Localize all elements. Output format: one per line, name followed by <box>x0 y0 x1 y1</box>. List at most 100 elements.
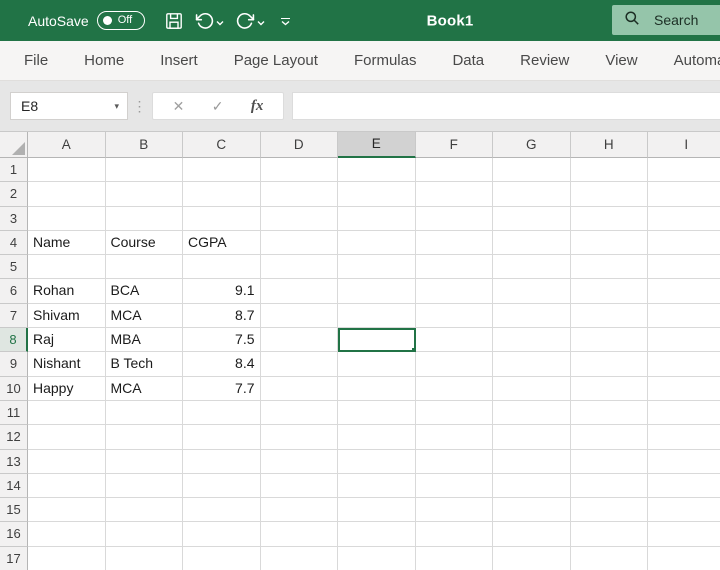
cell-E4[interactable] <box>338 230 416 256</box>
cell-D16[interactable] <box>260 522 338 547</box>
cell-B8[interactable]: MBA <box>105 328 183 353</box>
cell-B3[interactable] <box>105 206 183 231</box>
cell-I14[interactable] <box>648 473 720 499</box>
cell-E6[interactable] <box>338 279 416 304</box>
row-header-12[interactable]: 12 <box>0 425 28 450</box>
cell-F2[interactable] <box>415 182 493 207</box>
column-header-G[interactable]: G <box>493 132 571 158</box>
cell-C1[interactable] <box>183 158 261 183</box>
cell-D13[interactable] <box>260 449 338 474</box>
cell-F9[interactable] <box>415 352 493 377</box>
cell-H6[interactable] <box>570 279 648 304</box>
cell-B15[interactable] <box>105 498 183 523</box>
cell-A11[interactable] <box>28 400 106 426</box>
cell-G4[interactable] <box>493 230 571 256</box>
cell-D15[interactable] <box>260 498 338 523</box>
column-header-D[interactable]: D <box>260 132 338 158</box>
cell-C11[interactable] <box>183 400 261 426</box>
row-header-14[interactable]: 14 <box>0 473 28 499</box>
cell-H5[interactable] <box>570 255 648 280</box>
column-header-H[interactable]: H <box>570 132 648 158</box>
cell-H11[interactable] <box>570 400 648 426</box>
column-header-I[interactable]: I <box>648 132 720 158</box>
cell-G13[interactable] <box>493 449 571 474</box>
cell-A2[interactable] <box>28 182 106 207</box>
row-header-17[interactable]: 17 <box>0 546 28 570</box>
cell-G3[interactable] <box>493 206 571 231</box>
cell-A15[interactable] <box>28 498 106 523</box>
cell-F8[interactable] <box>415 328 493 353</box>
save-button[interactable] <box>161 9 187 33</box>
cell-D1[interactable] <box>260 158 338 183</box>
cell-F16[interactable] <box>415 522 493 547</box>
cell-B7[interactable]: MCA <box>105 303 183 329</box>
row-header-16[interactable]: 16 <box>0 522 28 547</box>
cell-G7[interactable] <box>493 303 571 329</box>
cell-D2[interactable] <box>260 182 338 207</box>
cell-H7[interactable] <box>570 303 648 329</box>
cell-C9[interactable]: 8.4 <box>183 352 261 377</box>
cell-E12[interactable] <box>338 425 416 450</box>
cell-G6[interactable] <box>493 279 571 304</box>
cell-B13[interactable] <box>105 449 183 474</box>
cell-G5[interactable] <box>493 255 571 280</box>
cell-A13[interactable] <box>28 449 106 474</box>
cell-I10[interactable] <box>648 376 720 401</box>
cell-H3[interactable] <box>570 206 648 231</box>
cell-G10[interactable] <box>493 376 571 401</box>
cell-D4[interactable] <box>260 230 338 256</box>
cell-I16[interactable] <box>648 522 720 547</box>
cell-F1[interactable] <box>415 158 493 183</box>
select-all-button[interactable] <box>0 132 28 158</box>
cell-E3[interactable] <box>338 206 416 231</box>
cell-I6[interactable] <box>648 279 720 304</box>
cell-D10[interactable] <box>260 376 338 401</box>
cell-I12[interactable] <box>648 425 720 450</box>
row-header-9[interactable]: 9 <box>0 352 28 377</box>
cell-I7[interactable] <box>648 303 720 329</box>
cell-A8[interactable]: Raj <box>28 328 106 353</box>
cell-H17[interactable] <box>570 546 648 570</box>
cell-H10[interactable] <box>570 376 648 401</box>
cell-B11[interactable] <box>105 400 183 426</box>
cell-E16[interactable] <box>338 522 416 547</box>
cell-F15[interactable] <box>415 498 493 523</box>
name-box-dropdown-icon[interactable]: ▾ <box>114 101 119 112</box>
cell-H16[interactable] <box>570 522 648 547</box>
cell-F10[interactable] <box>415 376 493 401</box>
cell-H8[interactable] <box>570 328 648 353</box>
cell-C13[interactable] <box>183 449 261 474</box>
tab-insert[interactable]: Insert <box>142 41 216 80</box>
cell-E1[interactable] <box>338 158 416 183</box>
cell-F13[interactable] <box>415 449 493 474</box>
enter-icon[interactable]: ✓ <box>212 98 224 115</box>
cell-I15[interactable] <box>648 498 720 523</box>
tab-home[interactable]: Home <box>66 41 142 80</box>
cell-D8[interactable] <box>260 328 338 353</box>
tab-view[interactable]: View <box>587 41 655 80</box>
tab-page-layout[interactable]: Page Layout <box>216 41 336 80</box>
tab-automate[interactable]: Automate <box>656 41 720 80</box>
autosave-toggle[interactable]: Off <box>96 11 145 30</box>
cell-E14[interactable] <box>338 473 416 499</box>
cell-B14[interactable] <box>105 473 183 499</box>
cell-C15[interactable] <box>183 498 261 523</box>
row-header-1[interactable]: 1 <box>0 158 28 183</box>
cell-A9[interactable]: Nishant <box>28 352 106 377</box>
cell-F12[interactable] <box>415 425 493 450</box>
cell-D17[interactable] <box>260 546 338 570</box>
cell-D12[interactable] <box>260 425 338 450</box>
cell-C17[interactable] <box>183 546 261 570</box>
cell-C6[interactable]: 9.1 <box>183 279 261 304</box>
cell-I3[interactable] <box>648 206 720 231</box>
cell-C5[interactable] <box>183 255 261 280</box>
autosave-control[interactable]: AutoSave Off <box>28 11 145 30</box>
cell-E13[interactable] <box>338 449 416 474</box>
cell-A1[interactable] <box>28 158 106 183</box>
cell-F3[interactable] <box>415 206 493 231</box>
row-header-8[interactable]: 8 <box>0 328 28 353</box>
cell-B4[interactable]: Course <box>105 230 183 256</box>
cell-D9[interactable] <box>260 352 338 377</box>
cell-I5[interactable] <box>648 255 720 280</box>
cell-I4[interactable] <box>648 230 720 256</box>
